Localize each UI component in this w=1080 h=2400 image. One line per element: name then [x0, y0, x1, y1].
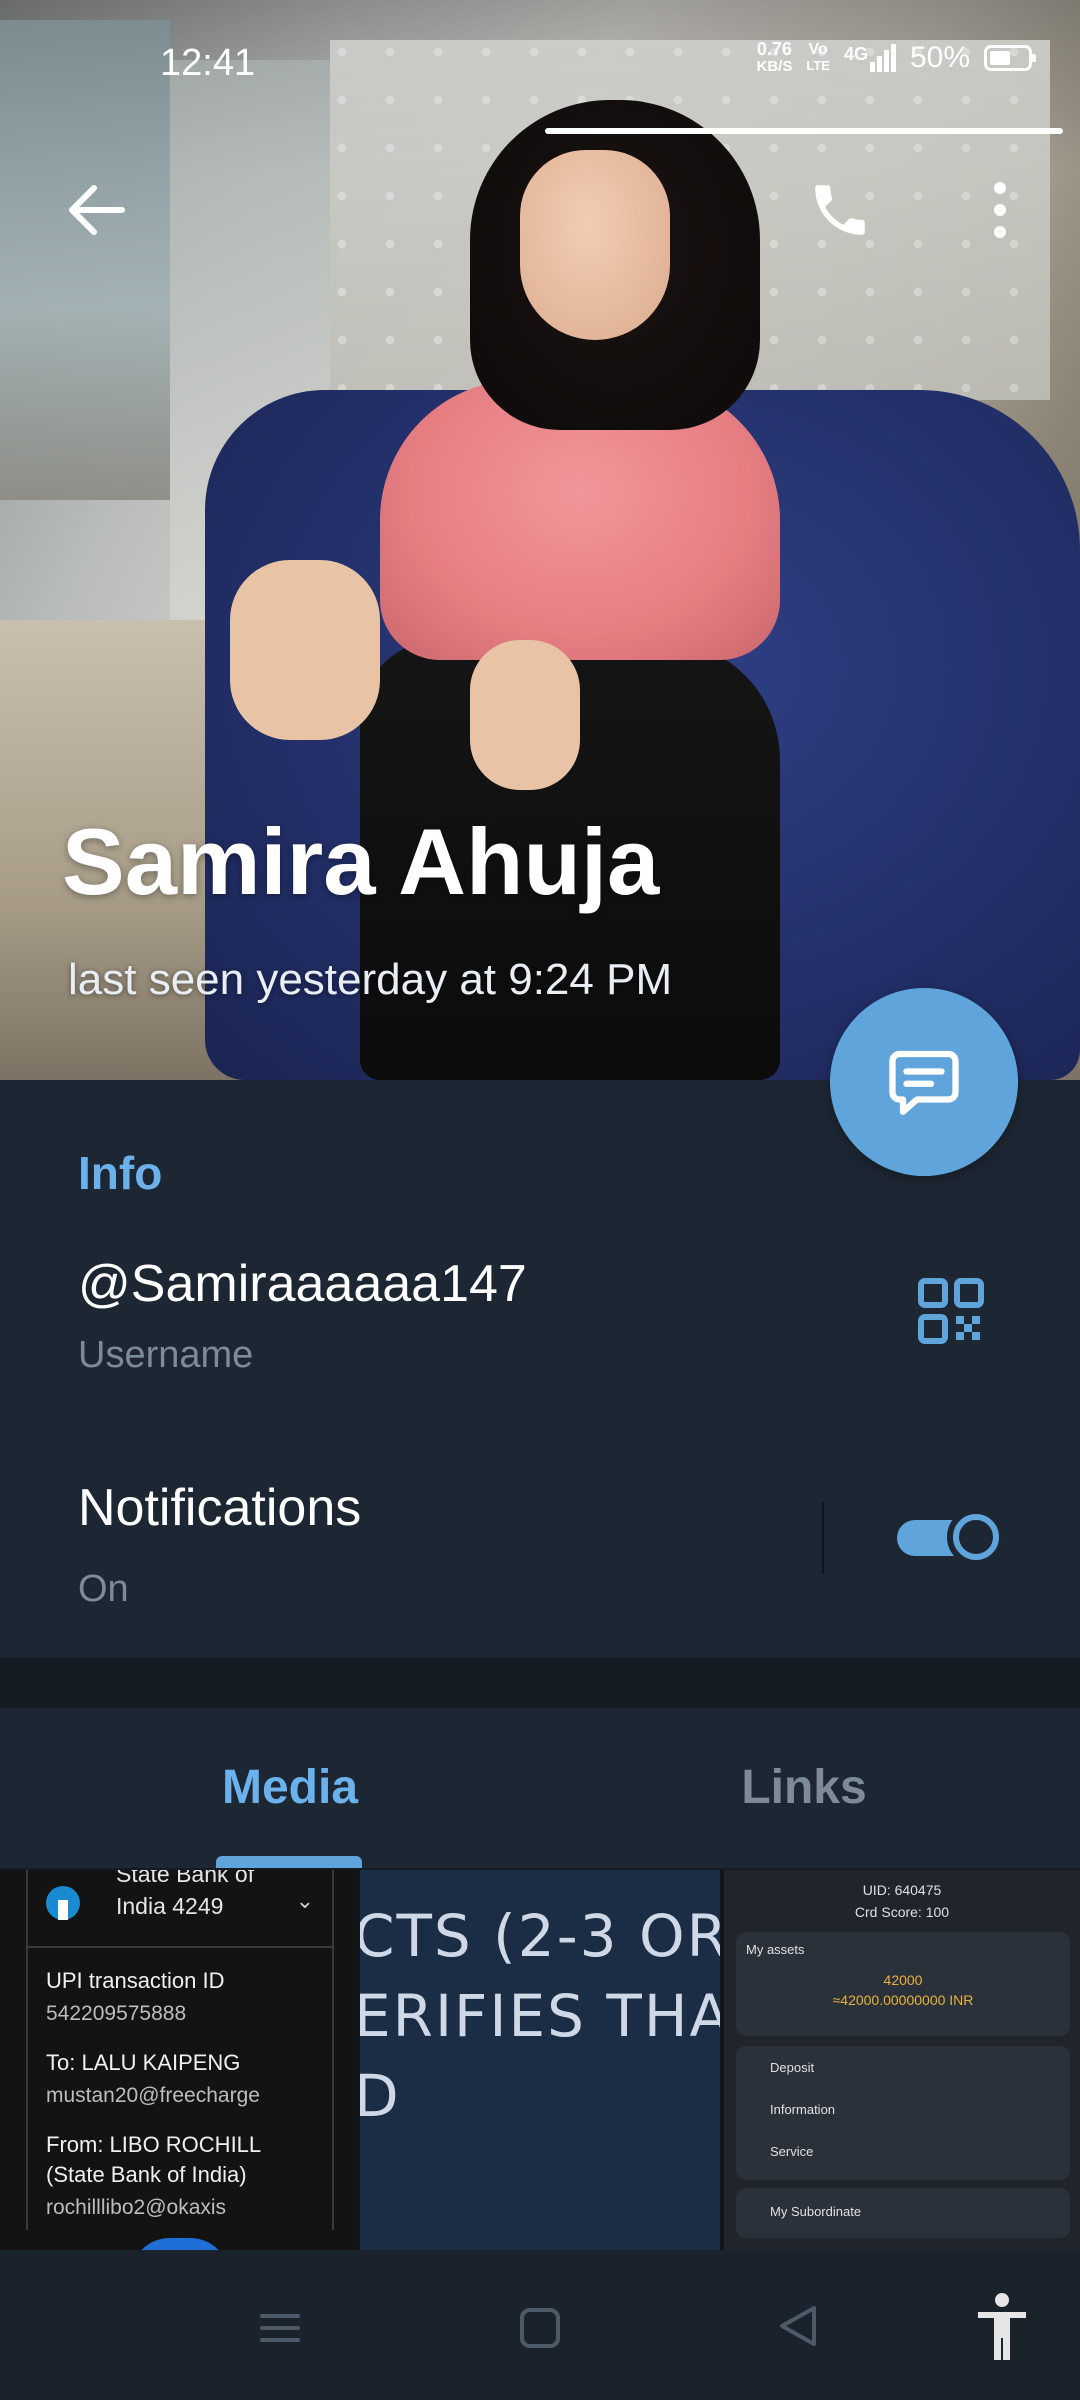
more-vertical-icon [994, 182, 1006, 238]
message-icon [889, 1050, 959, 1115]
status-time: 12:41 [160, 42, 256, 84]
bank-name-line: State Bank of [116, 1870, 255, 1887]
toggle-knob [947, 1508, 1005, 1566]
media-blob [130, 2238, 230, 2250]
assets-card: My assets 42000 ≈42000.00000000 INR [736, 1932, 1070, 2036]
username-value[interactable]: @Samiraaaaaa147 [78, 1254, 527, 1314]
receipt-divider [28, 1946, 332, 1948]
status-divider [545, 128, 1063, 134]
menu-item: Service [770, 2144, 814, 2159]
call-button[interactable] [795, 165, 885, 255]
tab-media[interactable]: Media [100, 1760, 480, 1815]
volte-bottom: LTE [806, 58, 830, 73]
recent-apps-icon [260, 2314, 300, 2342]
media-text-line: D [360, 2062, 401, 2130]
qr-code-icon [918, 1278, 984, 1344]
profile-name: Samira Ahuja [62, 809, 660, 914]
menu-item: My Subordinate [770, 2204, 862, 2219]
media-item[interactable]: CTS (2-3 ORDE ERIFIES THAT D [360, 1870, 720, 2250]
notifications-value: On [78, 1568, 129, 1610]
uid-text: UID: 640475 [862, 1882, 942, 1898]
network-speed-value: 0.76 [756, 39, 792, 59]
qr-code-button[interactable] [918, 1278, 998, 1358]
profile-photo[interactable] [0, 0, 1080, 1080]
from-id: rochilllibo2@okaxis [46, 2196, 227, 2219]
assets-inr: ≈42000.00000000 INR [832, 1992, 974, 2008]
photo-person [470, 640, 580, 790]
accessibility-button[interactable] [970, 2290, 1034, 2362]
last-seen-status: last seen yesterday at 9:24 PM [68, 955, 673, 1004]
home-icon [520, 2308, 560, 2348]
username-label: Username [78, 1334, 254, 1376]
network-type: 4G [843, 44, 868, 64]
assets-value: 42000 [883, 1972, 923, 1988]
back-triangle-icon [780, 2306, 816, 2346]
notifications-toggle[interactable] [893, 1504, 1009, 1570]
to-id: mustan20@freecharge [46, 2084, 260, 2107]
credit-score-text: Crd Score: 100 [854, 1904, 950, 1920]
upi-label: UPI transaction ID [46, 1968, 225, 1993]
arrow-left-icon [69, 185, 125, 235]
menu-item: Information [770, 2102, 836, 2117]
notifications-divider [822, 1502, 824, 1574]
menu-card: Deposit Information Service [736, 2046, 1070, 2180]
home-button[interactable] [512, 2300, 568, 2356]
bank-name: State Bank of India 4249 [116, 1870, 254, 1922]
battery-icon [984, 45, 1036, 71]
back-button[interactable] [55, 170, 135, 250]
back-nav-button[interactable] [770, 2298, 826, 2354]
media-item[interactable]: State Bank of India 4249 ⌄ UPI transacti… [0, 1870, 356, 2250]
recent-apps-button[interactable] [252, 2300, 308, 2356]
section-separator [0, 1658, 1080, 1708]
media-item[interactable]: UID: 640475 Crd Score: 100 My assets 420… [724, 1870, 1080, 2250]
phone-icon [815, 185, 865, 235]
active-tab-indicator [216, 1856, 362, 1868]
from-label: From: LIBO ROCHILL [46, 2132, 262, 2157]
assets-label: My assets [746, 1942, 805, 1957]
media-text-line: ERIFIES THAT [360, 1982, 720, 2050]
status-indicators: 0.76 KB/S Vo LTE 4G 50% [757, 40, 1036, 76]
menu-item: Deposit [770, 2060, 815, 2075]
upi-id: 542209575888 [46, 2002, 187, 2025]
notifications-title[interactable]: Notifications [78, 1478, 361, 1538]
bank-logo [46, 1886, 80, 1920]
volte-indicator: Vo LTE [806, 42, 830, 74]
network-speed-unit: KB/S [756, 58, 793, 75]
chevron-down-icon: ⌄ [295, 1888, 314, 1913]
battery-percent: 50% [909, 41, 970, 74]
more-options-button[interactable] [965, 165, 1035, 255]
message-button[interactable] [830, 988, 1018, 1176]
bank-name-line: India 4249 [116, 1893, 224, 1919]
photo-person [520, 150, 670, 340]
media-grid: State Bank of India 4249 ⌄ UPI transacti… [0, 1870, 1080, 2250]
photo-glass-wall [0, 20, 170, 500]
network-speed: 0.76 KB/S [757, 40, 793, 76]
receipt-card: State Bank of India 4249 ⌄ UPI transacti… [26, 1870, 334, 2230]
info-heading: Info [78, 1147, 163, 1199]
menu-card: My Subordinate [736, 2188, 1070, 2238]
media-text-line: CTS (2-3 ORDE [360, 1902, 720, 1970]
signal-icon: 4G [844, 44, 896, 72]
accessibility-icon [978, 2293, 1026, 2360]
tab-links[interactable]: Links [614, 1760, 994, 1815]
from-bank: (State Bank of India) [46, 2162, 247, 2187]
to-label: To: LALU KAIPENG [46, 2050, 241, 2075]
volte-top: Vo [808, 41, 828, 58]
photo-person [230, 560, 380, 740]
